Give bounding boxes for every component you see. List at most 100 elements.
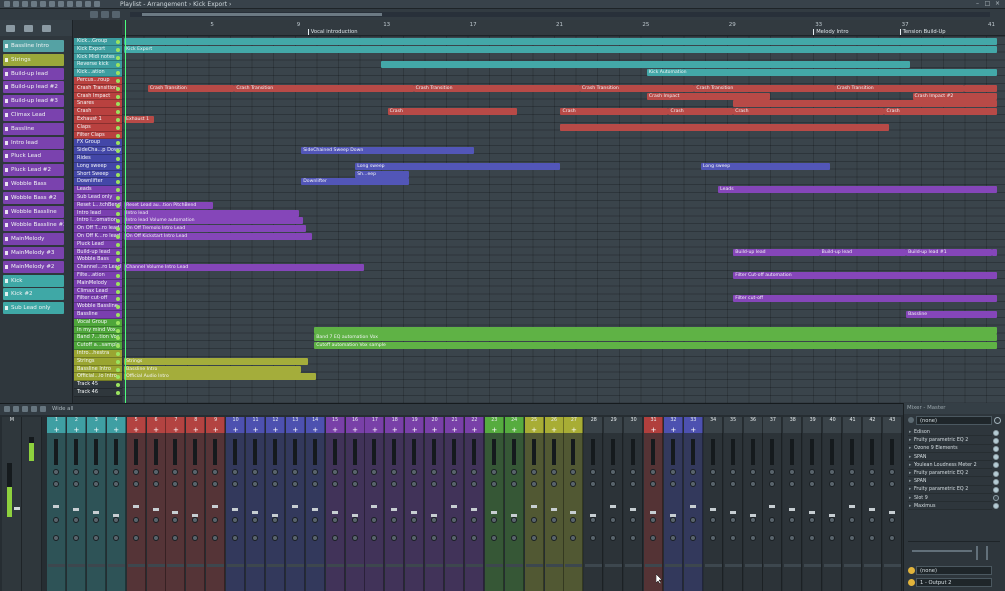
route-icon[interactable]: +	[286, 426, 305, 434]
track-header[interactable]: On Off T...ro lead	[74, 225, 122, 233]
stereo-knob[interactable]	[789, 517, 796, 523]
stereo-knob[interactable]	[689, 517, 696, 523]
pan-knob[interactable]	[391, 481, 398, 487]
stereo-knob[interactable]	[769, 517, 776, 523]
track-header[interactable]: Official...io Intro	[74, 373, 122, 382]
route-slot[interactable]	[446, 564, 463, 567]
effect-enable-led[interactable]	[993, 470, 999, 477]
route-slot[interactable]	[107, 564, 125, 567]
volume-fader[interactable]	[351, 514, 358, 517]
stereo-knob[interactable]	[92, 535, 99, 541]
picker-item[interactable]: Bassline Intro	[3, 40, 64, 52]
stereo-knob[interactable]	[689, 535, 696, 541]
track-mute-led[interactable]	[116, 86, 120, 91]
track-mute-led[interactable]	[116, 55, 120, 60]
track-mute-led[interactable]	[116, 227, 120, 232]
stereo-knob[interactable]	[550, 517, 557, 523]
track-mute-led[interactable]	[116, 320, 120, 325]
track-header[interactable]: Intro l...omation	[74, 217, 122, 226]
stereo-knob[interactable]	[868, 517, 875, 523]
route-slot[interactable]	[326, 564, 344, 567]
route-slot[interactable]	[545, 564, 563, 567]
playlist-clip[interactable]: Intro lead Volume automation	[124, 217, 304, 225]
snap-icon[interactable]	[90, 11, 98, 18]
volume-fader[interactable]	[689, 505, 696, 508]
playlist-clip[interactable]: Crash Impact	[646, 92, 770, 100]
track-header[interactable]: Strings	[74, 357, 122, 366]
track-mute-led[interactable]	[116, 63, 120, 68]
pan-knob[interactable]	[769, 469, 776, 475]
route-icon[interactable]: +	[166, 426, 185, 434]
stereo-knob[interactable]	[530, 517, 537, 523]
playlist-clip[interactable]: Intro lead	[124, 209, 300, 217]
route-icon[interactable]: +	[326, 426, 345, 434]
track-header[interactable]: Pluck Lead	[74, 240, 122, 249]
volume-fader[interactable]	[789, 508, 796, 511]
volume-fader[interactable]	[53, 505, 59, 508]
route-slot[interactable]	[485, 564, 503, 567]
stereo-knob[interactable]	[590, 535, 597, 541]
track-mute-led[interactable]	[116, 79, 120, 83]
pan-knob[interactable]	[470, 481, 477, 487]
pan-knob[interactable]	[172, 481, 179, 487]
volume-fader[interactable]	[132, 505, 139, 508]
stereo-knob[interactable]	[590, 517, 597, 523]
playlist-clip[interactable]: Crash Impact #2	[912, 92, 997, 100]
stereo-knob[interactable]	[291, 517, 298, 523]
track-mute-led[interactable]	[116, 305, 120, 310]
stereo-knob[interactable]	[490, 535, 497, 541]
playlist-clip[interactable]	[992, 248, 997, 256]
picker-item[interactable]: MainMelody	[3, 233, 64, 246]
stereo-knob[interactable]	[729, 535, 736, 541]
pan-knob[interactable]	[232, 481, 239, 487]
pan-knob[interactable]	[72, 481, 79, 487]
track-mute-led[interactable]	[116, 125, 120, 130]
stereo-knob[interactable]	[570, 535, 577, 541]
effect-slot[interactable]: Slot 9	[908, 495, 992, 502]
track-header[interactable]: Band 7...tion Vox	[74, 334, 122, 343]
pan-knob[interactable]	[590, 481, 597, 487]
stereo-knob[interactable]	[570, 517, 577, 523]
mixer-layout-icon[interactable]	[22, 406, 28, 412]
route-slot[interactable]	[764, 564, 782, 567]
volume-fader[interactable]	[271, 514, 278, 517]
mixer-strip[interactable]: 7 +	[166, 417, 186, 591]
pan-knob[interactable]	[669, 469, 676, 475]
stereo-knob[interactable]	[331, 535, 338, 541]
track-mute-led[interactable]	[116, 141, 120, 146]
pan-knob[interactable]	[550, 469, 557, 475]
pan-knob[interactable]	[351, 469, 358, 475]
stereo-knob[interactable]	[371, 517, 378, 523]
track-header[interactable]: Track 46	[74, 389, 122, 397]
track-header[interactable]: Kick Midi notes	[74, 53, 122, 62]
pan-knob[interactable]	[212, 469, 219, 475]
mixer-strip[interactable]: 40	[823, 417, 843, 591]
paint-icon[interactable]	[22, 1, 28, 7]
track-header[interactable]: Sub Lead only	[74, 194, 122, 202]
stereo-knob[interactable]	[510, 535, 517, 541]
playlist-clip[interactable]: Build-up lead	[819, 248, 907, 256]
pan-knob[interactable]	[291, 469, 298, 475]
playlist-grid[interactable]: Kick Export Kick Automation Crash Transiti…	[122, 36, 1005, 403]
track-header[interactable]: Reset L...tchBend	[74, 201, 122, 210]
route-icon[interactable]: +	[67, 426, 86, 434]
pan-knob[interactable]	[888, 469, 895, 475]
volume-fader[interactable]	[192, 514, 199, 517]
mixer-strip[interactable]: 27 +	[564, 417, 584, 591]
mixer-strip[interactable]: 11 +	[246, 417, 265, 591]
volume-fader[interactable]	[470, 508, 477, 511]
track-header[interactable]: SideCha...p Down	[74, 147, 122, 155]
track-mute-led[interactable]	[116, 219, 120, 224]
playlist-clip[interactable]: Band 7 EQ automation Vox	[314, 334, 997, 342]
pan-knob[interactable]	[53, 481, 59, 487]
mixer-strip[interactable]: 36	[743, 417, 763, 591]
stereo-knob[interactable]	[789, 535, 796, 541]
pan-knob[interactable]	[451, 481, 457, 487]
magnet-icon[interactable]	[4, 1, 10, 7]
playlist-clip[interactable]	[314, 326, 997, 334]
playlist-clip[interactable]	[560, 123, 889, 131]
mixer-menu-icon[interactable]	[4, 406, 10, 412]
route-slot[interactable]	[704, 564, 722, 567]
mixer-strip[interactable]: 26 +	[544, 417, 564, 591]
track-mute-led[interactable]	[116, 359, 120, 364]
